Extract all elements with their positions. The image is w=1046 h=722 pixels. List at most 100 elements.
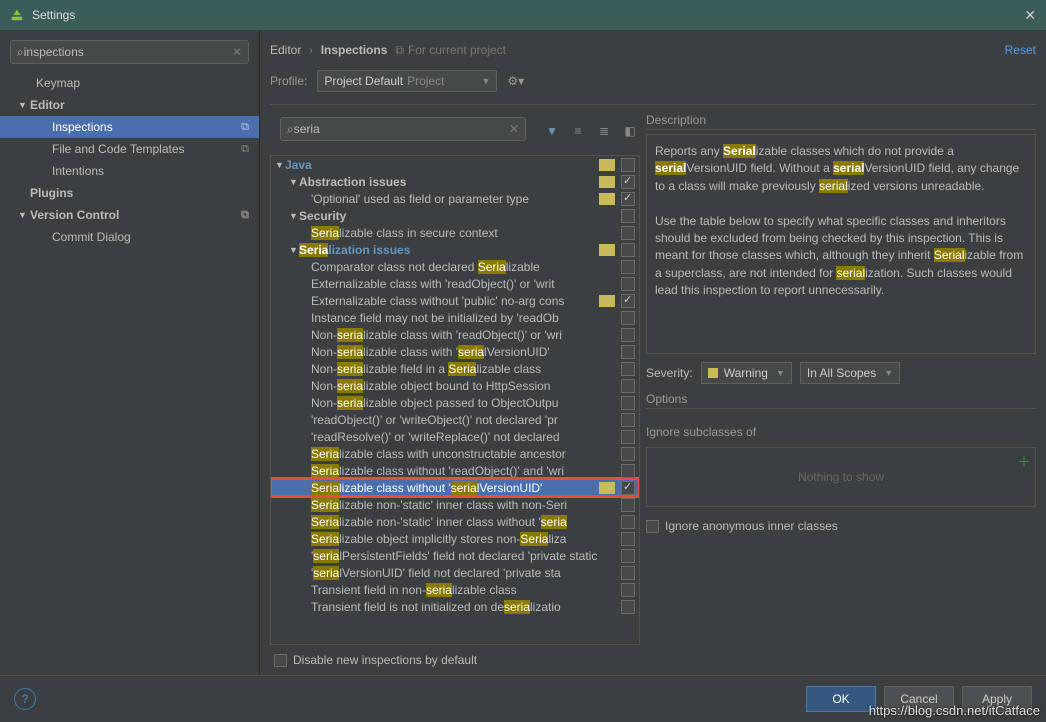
tree-row[interactable]: Serializable class in secure context <box>271 224 639 241</box>
node-checkbox[interactable] <box>621 498 635 512</box>
ignore-list[interactable]: Nothing to show ＋ <box>646 447 1036 507</box>
sidebar-item-keymap[interactable]: Keymap <box>0 72 259 94</box>
empty-text: Nothing to show <box>798 470 884 484</box>
tree-row[interactable]: Instance field may not be initialized by… <box>271 309 639 326</box>
node-checkbox[interactable] <box>621 328 635 342</box>
disable-new-row[interactable]: Disable new inspections by default <box>270 645 640 675</box>
node-checkbox[interactable] <box>621 481 635 495</box>
node-checkbox[interactable] <box>621 192 635 206</box>
tree-row[interactable]: Transient field in non-serializable clas… <box>271 581 639 598</box>
node-checkbox[interactable] <box>621 549 635 563</box>
options-label: Options <box>646 392 1036 409</box>
tree-row[interactable]: Non-serializable class with 'serialVersi… <box>271 343 639 360</box>
close-icon[interactable]: ✕ <box>1024 7 1036 24</box>
node-checkbox[interactable] <box>621 226 635 240</box>
main-area: ⌕ ✕ Keymap ▼Editor Inspections⧉ File and… <box>0 30 1046 675</box>
sidebar-item-plugins[interactable]: Plugins <box>0 182 259 204</box>
node-checkbox[interactable] <box>621 277 635 291</box>
tree-node-security[interactable]: ▼Security <box>271 207 639 224</box>
disable-new-checkbox[interactable] <box>274 654 287 667</box>
node-checkbox[interactable] <box>621 260 635 274</box>
profile-select[interactable]: Project DefaultProject▼ <box>317 70 497 92</box>
breadcrumb-inspections: Inspections <box>321 43 388 57</box>
tree-row[interactable]: Transient field is not initialized on de… <box>271 598 639 615</box>
tree-row[interactable]: 'serialPersistentFields' field not decla… <box>271 547 639 564</box>
node-checkbox[interactable] <box>621 413 635 427</box>
collapse-icon[interactable]: ≣ <box>594 121 614 141</box>
inspection-search[interactable]: ⌕ ✕ <box>280 117 526 141</box>
sidebar-item-intentions[interactable]: Intentions <box>0 160 259 182</box>
node-checkbox[interactable] <box>621 175 635 189</box>
severity-row: Severity: Warning▼ In All Scopes▼ <box>646 362 1036 384</box>
node-checkbox[interactable] <box>621 447 635 461</box>
sidebar-item-inspections[interactable]: Inspections⧉ <box>0 116 259 138</box>
tree-node-abstraction[interactable]: ▼Abstraction issues <box>271 173 639 190</box>
node-checkbox[interactable] <box>621 311 635 325</box>
node-checkbox[interactable] <box>621 209 635 223</box>
sidebar-item-file-templates[interactable]: File and Code Templates⧉ <box>0 138 259 160</box>
clear-icon[interactable]: ✕ <box>232 45 242 59</box>
scope-select[interactable]: In All Scopes▼ <box>800 362 900 384</box>
node-checkbox[interactable] <box>621 464 635 478</box>
sidebar-item-commit[interactable]: Commit Dialog <box>0 226 259 248</box>
breadcrumb-editor[interactable]: Editor <box>270 43 301 57</box>
node-checkbox[interactable] <box>621 243 635 257</box>
tree-row[interactable]: Non-serializable field in a Serializable… <box>271 360 639 377</box>
tree-row[interactable]: Non-serializable object passed to Object… <box>271 394 639 411</box>
project-scope-tag: ⧉For current project <box>395 43 506 58</box>
tree-row[interactable]: 'Optional' used as field or parameter ty… <box>271 190 639 207</box>
node-checkbox[interactable] <box>621 430 635 444</box>
tree-row[interactable]: Externalizable class without 'public' no… <box>271 292 639 309</box>
sidebar-item-editor[interactable]: ▼Editor <box>0 94 259 116</box>
gear-icon[interactable]: ⚙▾ <box>507 74 524 88</box>
tree-row[interactable]: Serializable class without 'readObject()… <box>271 462 639 479</box>
tree-row[interactable]: Serializable non-'static' inner class wi… <box>271 496 639 513</box>
tree-row[interactable]: Serializable object implicitly stores no… <box>271 530 639 547</box>
severity-label: Severity: <box>646 366 693 380</box>
tree-node-serialization[interactable]: ▼Serialization issues <box>271 241 639 258</box>
sidebar-item-vcs[interactable]: ▼Version Control⧉ <box>0 204 259 226</box>
severity-select[interactable]: Warning▼ <box>701 362 792 384</box>
help-button[interactable]: ? <box>14 688 36 710</box>
eraser-icon[interactable]: ◧ <box>620 121 640 141</box>
tree-row[interactable]: 'serialVersionUID' field not declared 'p… <box>271 564 639 581</box>
sidebar-search[interactable]: ⌕ ✕ <box>10 40 249 64</box>
tree-row[interactable]: Comparator class not declared Serializab… <box>271 258 639 275</box>
expand-icon[interactable]: ≡ <box>568 121 588 141</box>
node-checkbox[interactable] <box>621 345 635 359</box>
tree-row-selected[interactable]: Serializable class without 'serialVersio… <box>271 479 639 496</box>
ok-button[interactable]: OK <box>806 686 876 712</box>
scope-icon: ⧉ <box>395 43 404 58</box>
node-checkbox[interactable] <box>621 396 635 410</box>
tree-node-java[interactable]: ▼Java <box>271 156 639 173</box>
tree-row[interactable]: 'readObject()' or 'writeObject()' not de… <box>271 411 639 428</box>
tree-row[interactable]: Non-serializable object bound to HttpSes… <box>271 377 639 394</box>
node-checkbox[interactable] <box>621 532 635 546</box>
tree-row[interactable]: Serializable non-'static' inner class wi… <box>271 513 639 530</box>
node-checkbox[interactable] <box>621 158 635 172</box>
ignore-subclasses-label: Ignore subclasses of <box>646 425 1036 439</box>
inspection-detail-panel: Description Reports any Serializable cla… <box>646 113 1036 675</box>
add-icon[interactable]: ＋ <box>1017 452 1031 472</box>
tree-row[interactable]: Serializable class with unconstructable … <box>271 445 639 462</box>
tree-row[interactable]: Externalizable class with 'readObject()'… <box>271 275 639 292</box>
tree-row[interactable]: 'readResolve()' or 'writeReplace()' not … <box>271 428 639 445</box>
sidebar-search-input[interactable] <box>24 45 232 59</box>
clear-icon[interactable]: ✕ <box>509 122 519 136</box>
split-panel: ⌕ ✕ ▼ ≡ ≣ ◧ ▼Java ▼Abstraction issues 'O… <box>270 104 1036 675</box>
tree-row[interactable]: Non-serializable class with 'readObject(… <box>271 326 639 343</box>
node-checkbox[interactable] <box>621 294 635 308</box>
inspection-tree[interactable]: ▼Java ▼Abstraction issues 'Optional' use… <box>270 155 640 645</box>
node-checkbox[interactable] <box>621 362 635 376</box>
node-checkbox[interactable] <box>621 600 635 614</box>
node-checkbox[interactable] <box>621 515 635 529</box>
profile-label: Profile: <box>270 74 307 88</box>
reset-link[interactable]: Reset <box>1005 43 1036 57</box>
ignore-anon-checkbox[interactable] <box>646 520 659 533</box>
filter-icon[interactable]: ▼ <box>542 121 562 141</box>
node-checkbox[interactable] <box>621 379 635 393</box>
ignore-anon-row[interactable]: Ignore anonymous inner classes <box>646 519 1036 533</box>
inspection-search-input[interactable] <box>294 122 509 136</box>
node-checkbox[interactable] <box>621 583 635 597</box>
node-checkbox[interactable] <box>621 566 635 580</box>
